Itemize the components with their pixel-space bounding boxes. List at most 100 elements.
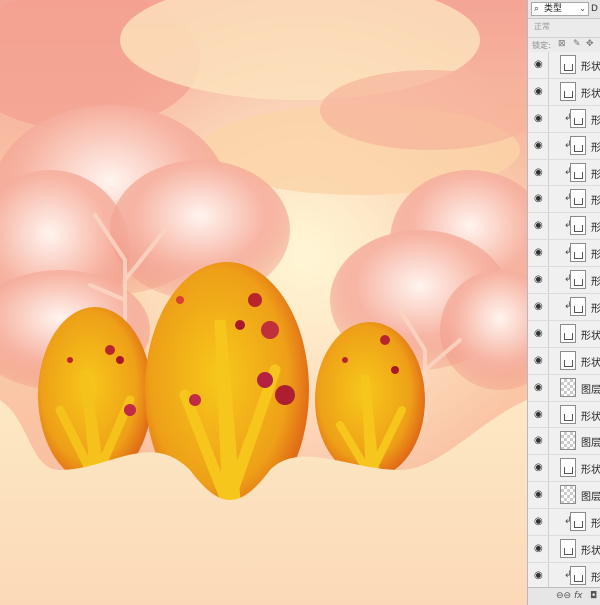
eye-icon[interactable]: ◉	[534, 140, 545, 151]
mask-icon[interactable]: ◘	[590, 591, 597, 601]
layer-row[interactable]: ◉ ↲ 形	[528, 240, 600, 268]
layer-name: 形状	[581, 330, 600, 342]
layer-name: 形状	[581, 357, 600, 369]
layer-name: 形	[591, 277, 600, 289]
eye-icon[interactable]: ◉	[534, 409, 545, 420]
egg-illustration	[0, 0, 527, 605]
layer-thumbnail	[560, 377, 576, 397]
layer-row[interactable]: ◉ ↲ 形	[528, 267, 600, 295]
eye-icon[interactable]: ◉	[534, 274, 545, 285]
link-icon[interactable]: ⊖⊖	[556, 591, 571, 601]
layer-row[interactable]: ◉ 图层	[528, 428, 600, 456]
search-icon: ⌕	[534, 4, 540, 14]
divider	[548, 78, 549, 105]
layer-thumbnail	[560, 55, 576, 74]
eye-icon[interactable]: ◉	[534, 516, 545, 527]
layer-thumbnail	[560, 404, 576, 424]
layer-row[interactable]: ◉ ↲ 形	[528, 213, 600, 241]
lock-position-icon[interactable]: ✥	[586, 39, 594, 49]
layer-name: 形状	[581, 88, 600, 100]
divider	[548, 320, 549, 347]
layer-name: 形	[591, 169, 600, 181]
layer-name: 形	[591, 196, 600, 208]
layer-thumbnail	[560, 81, 576, 101]
layer-row[interactable]: ◉ ↲ 形	[528, 562, 600, 590]
layer-name: 形	[591, 572, 600, 584]
layer-filter-dropdown[interactable]: ⌕ 类型 ⌄	[531, 2, 589, 16]
divider	[548, 186, 549, 213]
eye-icon[interactable]: ◉	[534, 543, 545, 554]
document-canvas[interactable]	[0, 0, 527, 605]
layer-thumbnail	[560, 431, 576, 451]
divider	[548, 347, 549, 374]
divider	[548, 52, 549, 78]
eye-icon[interactable]: ◉	[534, 489, 545, 500]
layer-row[interactable]: ◉ ↲ 形	[528, 105, 600, 133]
eye-icon[interactable]: ◉	[534, 247, 545, 258]
layer-thumbnail	[570, 108, 586, 128]
layer-row[interactable]: ◉ 形状	[528, 320, 600, 348]
layer-name: 图层	[581, 438, 600, 450]
blend-mode-label: 正常	[534, 22, 550, 31]
layers-panel: ⌕ 类型 ⌄ D 正常 锁定: ⊠ ✎ ✥ ◉ 形状 ◉ 形状 ◉ ↲ 形 ◉ ↲ 形 ◉ ↲ 形 ◉ ↲ 形…	[527, 0, 600, 605]
lock-transparency-icon[interactable]: ⊠	[558, 39, 566, 49]
eye-icon[interactable]: ◉	[534, 193, 545, 204]
divider	[548, 240, 549, 267]
egg-right	[315, 322, 425, 479]
divider	[548, 105, 549, 132]
eye-icon[interactable]: ◉	[534, 220, 545, 231]
layer-row[interactable]: ◉ 形状	[528, 536, 600, 563]
eye-icon[interactable]: ◉	[534, 59, 545, 70]
layer-row[interactable]: ◉ ↲ 形	[528, 132, 600, 160]
layer-row[interactable]: ◉ 图层	[528, 374, 600, 402]
layer-name: 形	[591, 223, 600, 235]
filter-extra[interactable]: D	[591, 2, 600, 16]
layer-thumbnail	[570, 162, 586, 182]
eye-icon[interactable]: ◉	[534, 167, 545, 178]
layer-row[interactable]: ◉ ↲ 形	[528, 294, 600, 321]
fx-icon[interactable]: fx	[574, 591, 583, 601]
filter-label: 类型	[544, 4, 563, 14]
blend-mode-dropdown[interactable]: 正常	[528, 19, 600, 38]
layer-thumbnail	[560, 323, 576, 343]
eye-icon[interactable]: ◉	[534, 328, 545, 339]
layer-name: 形状	[581, 546, 600, 558]
eye-icon[interactable]: ◉	[534, 86, 545, 97]
layer-row[interactable]: ◉ ↲ 形	[528, 186, 600, 214]
layer-row[interactable]: ◉ ↲ 形	[528, 159, 600, 187]
eye-icon[interactable]: ◉	[534, 382, 545, 393]
eye-icon[interactable]: ◉	[534, 435, 545, 446]
layer-name: 图层	[581, 384, 600, 396]
layer-thumbnail	[570, 189, 586, 209]
layer-row[interactable]: ◉ 形状	[528, 455, 600, 483]
divider	[548, 455, 549, 482]
chevron-down-icon: ⌄	[579, 4, 586, 13]
layer-row[interactable]: ◉ 形状	[528, 52, 600, 79]
layer-row[interactable]: ◉ 形状	[528, 401, 600, 429]
divider	[548, 374, 549, 401]
eye-icon[interactable]: ◉	[534, 462, 545, 473]
layer-thumbnail	[570, 565, 586, 585]
layer-row[interactable]: ◉ 形状	[528, 78, 600, 106]
divider	[548, 132, 549, 159]
layer-name: 图层	[581, 492, 600, 504]
layer-row[interactable]: ◉ 图层	[528, 482, 600, 510]
lock-label: 锁定:	[532, 41, 551, 50]
layer-row[interactable]: ◉ ↲ 形	[528, 509, 600, 537]
layer-thumbnail	[560, 458, 576, 478]
layer-thumbnail	[570, 135, 586, 155]
layer-row[interactable]: ◉ 形状	[528, 347, 600, 375]
layer-thumbnail	[570, 243, 586, 263]
lock-pixels-icon[interactable]: ✎	[573, 39, 581, 49]
layer-thumbnail	[560, 539, 576, 559]
layer-name: 形状	[581, 465, 600, 477]
layer-thumbnail	[570, 216, 586, 236]
layer-name: 形状	[581, 62, 600, 73]
eye-icon[interactable]: ◉	[534, 355, 545, 366]
divider	[548, 401, 549, 428]
divider	[548, 482, 549, 509]
eye-icon[interactable]: ◉	[534, 113, 545, 124]
divider	[548, 159, 549, 186]
eye-icon[interactable]: ◉	[534, 570, 545, 581]
eye-icon[interactable]: ◉	[534, 301, 545, 312]
